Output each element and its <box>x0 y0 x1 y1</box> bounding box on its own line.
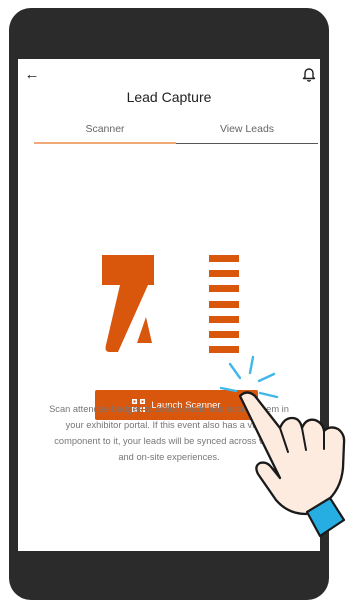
description-line: your exhibitor portal. If this event als… <box>65 420 273 430</box>
scanner-description: Scan attendee badges to collect leads an… <box>18 401 320 465</box>
barcode-scanner-icon <box>102 255 239 353</box>
description-line: component to it, your leads will be sync… <box>54 436 284 446</box>
arrow-left-icon: ← <box>24 66 40 83</box>
phone-frame: ← Lead Capture Scanner View Leads Launch… <box>9 8 329 600</box>
tab-divider <box>176 143 318 144</box>
bell-icon <box>302 68 316 82</box>
app-screen: ← Lead Capture Scanner View Leads Launch… <box>18 59 320 551</box>
back-button[interactable]: ← <box>20 63 44 87</box>
description-line: and on-site experiences. <box>118 452 220 462</box>
tab-bar: Scanner View Leads <box>34 119 318 145</box>
tab-view-leads[interactable]: View Leads <box>176 119 318 143</box>
description-line: Scan attendee badges to collect leads an… <box>49 404 289 414</box>
notifications-button[interactable] <box>298 63 320 85</box>
page-title: Lead Capture <box>126 89 212 105</box>
active-tab-indicator <box>34 142 176 144</box>
tab-scanner[interactable]: Scanner <box>34 119 176 143</box>
